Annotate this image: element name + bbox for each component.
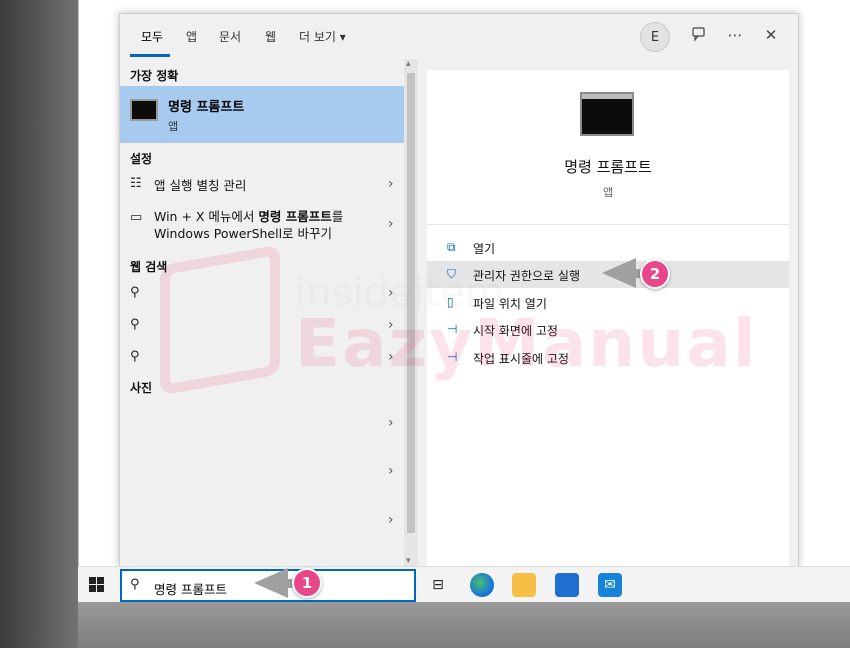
chevron-right-icon[interactable]: ›: [388, 317, 394, 333]
desktop-shadow-bottom: [78, 602, 850, 648]
preview-title: 명령 프롬프트: [564, 158, 652, 176]
results-list: 가장 정확 명령 프롬프트 앱 설정 ☷ 앱 실행 별칭 관리 › ▭ Win …: [120, 59, 404, 569]
action-label: 파일 위치 열기: [473, 297, 547, 311]
label-line2: Windows PowerShell로 바꾸기: [154, 226, 333, 241]
action-label: 열기: [473, 242, 496, 256]
action-label: 작업 표시줄에 고정: [473, 352, 569, 366]
tab-all[interactable]: 모두: [141, 28, 163, 45]
open-icon: ⧉: [447, 240, 456, 254]
tab-more[interactable]: 더 보기 ▾: [299, 28, 346, 45]
edge-browser-icon[interactable]: [470, 573, 494, 597]
action-label: 시작 화면에 고정: [473, 324, 558, 338]
file-location-icon: ▯: [447, 295, 454, 309]
chevron-right-icon[interactable]: ›: [388, 349, 394, 365]
search-icon: ⚲: [130, 317, 140, 332]
preview-subtitle: 앱: [602, 186, 614, 199]
microsoft-store-icon[interactable]: [555, 573, 579, 597]
chevron-right-icon[interactable]: ›: [388, 216, 394, 232]
list-item[interactable]: ›: [120, 459, 404, 487]
label-suffix: 를: [331, 209, 344, 224]
search-icon: ⚲: [130, 285, 140, 300]
callout-arrow-1: [254, 568, 288, 598]
label-bold: 명령 프롬프트: [258, 209, 332, 224]
command-prompt-icon: [130, 99, 158, 121]
list-item[interactable]: ›: [120, 411, 404, 439]
search-icon: ⚲: [130, 577, 140, 592]
label-prefix: Win + X 메뉴에서: [154, 209, 259, 224]
scope-tabs: 모두 앱 문서 웹 더 보기 ▾ E ⋯ ✕: [120, 14, 798, 59]
monitor-icon: ▭: [130, 210, 143, 225]
list-item-label: 앱 실행 별칭 관리: [154, 178, 247, 193]
search-icon: ⚲: [130, 349, 140, 364]
tab-web[interactable]: 웹: [265, 28, 276, 45]
best-match-title: 명령 프롬프트: [168, 100, 245, 115]
chevron-right-icon[interactable]: ›: [388, 415, 394, 431]
action-pin-to-start[interactable]: ⊣ 시작 화면에 고정: [427, 316, 789, 343]
best-match-subtitle: 앱: [168, 120, 179, 133]
best-match-header: 가장 정확: [130, 69, 179, 83]
preview-pane: 명령 프롬프트 앱 ⧉ 열기 ⛉ 관리자 권한으로 실행 ▯ 파일 위치 열기 …: [427, 70, 789, 569]
avatar[interactable]: E: [640, 22, 670, 52]
desktop-shadow-left: [0, 0, 78, 648]
list-item-label: Win + X 메뉴에서 명령 프롬프트를 Windows PowerShell…: [154, 208, 343, 242]
windows-start-icon[interactable]: [89, 577, 105, 593]
active-tab-indicator: [130, 54, 170, 57]
more-options-icon[interactable]: ⋯: [724, 26, 746, 44]
file-explorer-icon[interactable]: [512, 573, 536, 597]
list-settings-icon: ☷: [130, 176, 142, 191]
list-item[interactable]: ▭ Win + X 메뉴에서 명령 프롬프트를 Windows PowerShe…: [120, 203, 404, 247]
pin-icon: ⊣: [447, 350, 458, 364]
shield-icon: ⛉: [447, 267, 457, 281]
search-flyout: 모두 앱 문서 웹 더 보기 ▾ E ⋯ ✕ 가장 정확 명령 프롬프트 앱 설…: [119, 13, 799, 569]
list-item[interactable]: ⚲ ›: [120, 313, 404, 341]
callout-arrow-2: [602, 258, 636, 288]
pin-icon: ⊣: [447, 322, 458, 336]
scroll-up-icon[interactable]: ▴: [406, 59, 411, 69]
photos-header: 사진: [130, 381, 153, 395]
search-input[interactable]: 명령 프롬프트: [154, 579, 227, 598]
divider: [427, 224, 789, 225]
list-item[interactable]: ›: [120, 508, 404, 536]
tab-apps[interactable]: 앱: [186, 28, 197, 45]
web-search-header: 웹 검색: [130, 260, 168, 274]
action-open-file-location[interactable]: ▯ 파일 위치 열기: [427, 289, 789, 316]
list-item[interactable]: ☷ 앱 실행 별칭 관리 ›: [120, 171, 404, 199]
taskbar: ⚲ 명령 프롬프트 ⊟ ✉: [78, 566, 850, 602]
callout-badge-2: 2: [640, 259, 670, 289]
chevron-right-icon[interactable]: ›: [388, 285, 394, 301]
action-open[interactable]: ⧉ 열기: [427, 234, 789, 261]
feedback-icon[interactable]: [688, 26, 710, 46]
close-icon[interactable]: ✕: [760, 26, 782, 44]
chevron-right-icon[interactable]: ›: [388, 176, 394, 192]
action-pin-to-taskbar[interactable]: ⊣ 작업 표시줄에 고정: [427, 344, 789, 371]
tab-documents[interactable]: 문서: [219, 28, 241, 45]
scroll-thumb[interactable]: [407, 73, 415, 533]
callout-badge-1: 1: [292, 568, 322, 598]
command-prompt-icon: [580, 92, 634, 136]
chevron-right-icon[interactable]: ›: [388, 512, 394, 528]
scrollbar[interactable]: ▴ ▾: [404, 59, 418, 569]
mail-icon[interactable]: ✉: [598, 573, 622, 597]
scroll-down-icon[interactable]: ▾: [406, 556, 411, 566]
action-label: 관리자 권한으로 실행: [473, 269, 580, 283]
list-item[interactable]: ⚲ ›: [120, 345, 404, 373]
list-item[interactable]: ⚲ ›: [120, 281, 404, 309]
chevron-right-icon[interactable]: ›: [388, 463, 394, 479]
task-view-icon[interactable]: ⊟: [426, 573, 450, 597]
settings-header: 설정: [130, 152, 153, 166]
best-match-result[interactable]: 명령 프롬프트 앱: [120, 86, 404, 143]
